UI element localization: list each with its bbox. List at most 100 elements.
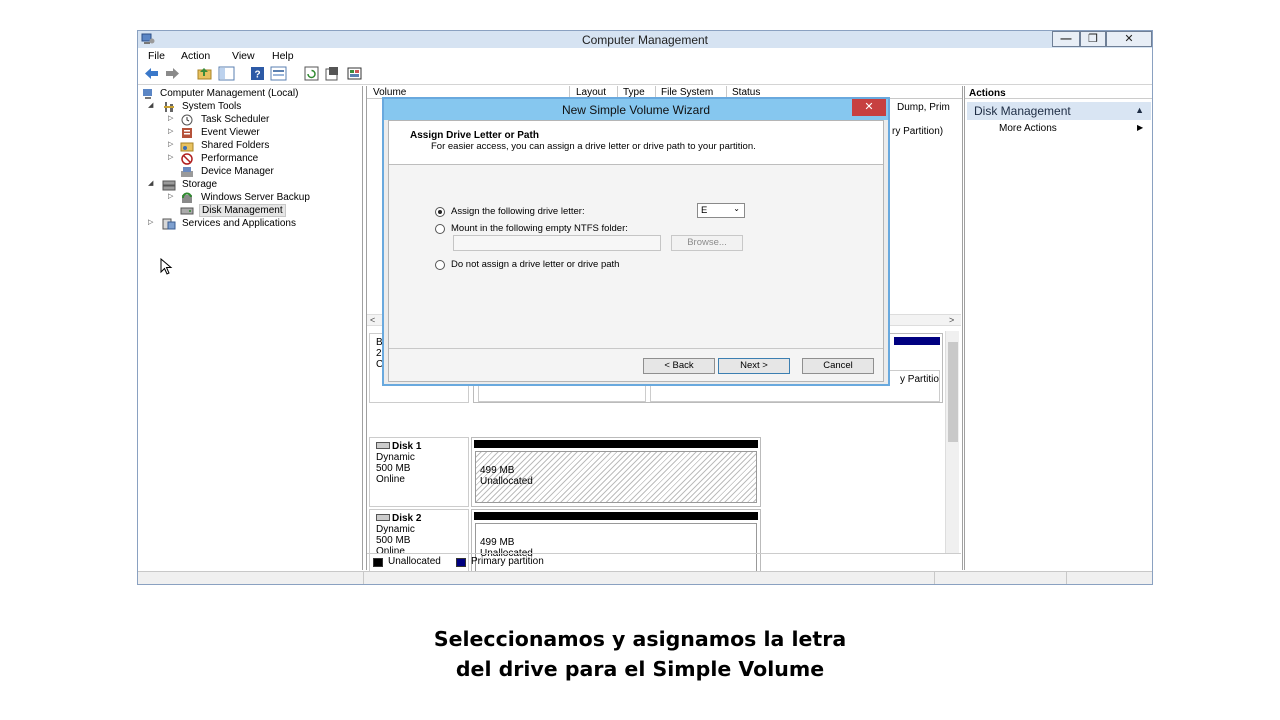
tree-item-shared-folders[interactable]: ▷ Shared Folders [168, 140, 358, 153]
system-tools-icon [164, 102, 174, 112]
ntfs-folder-path-input[interactable] [453, 235, 661, 251]
actions-section-disk-management[interactable]: Disk Management ▲ [967, 102, 1151, 120]
window-title: Computer Management [581, 33, 709, 47]
drive-letter-value: E [701, 205, 708, 216]
wizard-title: New Simple Volume Wizard [561, 103, 711, 117]
expand-arrow-icon[interactable]: ▷ [168, 127, 176, 135]
maximize-button[interactable]: ❐ [1080, 31, 1106, 47]
status-segment [1066, 572, 1067, 584]
more-actions-item[interactable]: More Actions [999, 123, 1057, 134]
menu-bar: File Action View Help [138, 48, 1152, 64]
menu-action[interactable]: Action [181, 50, 210, 62]
tree-item-services-applications[interactable]: ▷ Services and Applications [148, 218, 358, 231]
tree-label: Services and Applications [182, 218, 296, 229]
tree-label: Device Manager [201, 166, 274, 177]
actions-pane: Actions Disk Management ▲ More Actions ▶ [964, 86, 1152, 570]
expand-arrow-icon[interactable]: ▷ [168, 192, 176, 200]
partition-type-text: y Partitio [900, 374, 939, 385]
tree-item-task-scheduler[interactable]: ▷ Task Scheduler [168, 114, 358, 127]
drive-letter-select[interactable]: E ⌄ [697, 203, 745, 218]
wizard-divider [389, 348, 883, 349]
disk-1-info[interactable]: Disk 1 Dynamic 500 MB Online [369, 437, 469, 507]
partition-size: 499 MB [480, 465, 515, 476]
radio-assign-drive-letter[interactable] [435, 207, 445, 217]
volume-row-status[interactable]: ry Partition) [892, 126, 943, 137]
expand-arrow-icon[interactable]: ▷ [148, 218, 156, 226]
radio-no-drive-letter[interactable] [435, 260, 445, 270]
status-segment [934, 572, 935, 584]
cancel-button[interactable]: Cancel [802, 358, 874, 374]
disk-1-name-text: Disk 1 [392, 441, 422, 452]
tree-item-disk-management[interactable]: Disk Management [168, 204, 358, 218]
status-segment [363, 572, 364, 584]
wizard-close-button[interactable]: ✕ [852, 99, 886, 116]
title-bar[interactable]: Computer Management — ❐ ✕ [138, 31, 1152, 48]
radio-assign-label[interactable]: Assign the following drive letter: [451, 206, 585, 217]
caption-line-1: Seleccionamos y asignamos la letra [433, 627, 847, 651]
collapse-up-icon[interactable]: ▲ [1135, 105, 1144, 115]
console-tree: Computer Management (Local) ◢ System Too… [138, 86, 363, 570]
disk-management-icon [180, 207, 194, 215]
scroll-thumb[interactable] [948, 342, 958, 442]
status-bar [138, 571, 1152, 584]
radio-mount-label[interactable]: Mount in the following empty NTFS folder… [451, 223, 628, 234]
browse-button[interactable]: Browse... [671, 235, 743, 251]
legend-primary-swatch [456, 558, 466, 567]
close-button[interactable]: ✕ [1106, 31, 1152, 47]
disk-icon [376, 514, 390, 521]
forward-arrow-icon[interactable] [164, 66, 181, 81]
properties-page-icon[interactable] [324, 66, 341, 81]
console-tree-icon[interactable] [218, 66, 235, 81]
back-button[interactable]: < Back [643, 358, 715, 374]
collapse-arrow-icon[interactable]: ◢ [148, 101, 156, 109]
disk-2-name-text: Disk 2 [392, 513, 422, 524]
radio-none-label[interactable]: Do not assign a drive letter or drive pa… [451, 259, 619, 270]
expand-arrow-icon[interactable]: ▷ [168, 153, 176, 161]
radio-mount-ntfs-folder[interactable] [435, 224, 445, 234]
disk-1-size: 500 MB [376, 463, 411, 474]
disk-1-partition-area[interactable]: 499 MB Unallocated [471, 437, 761, 507]
properties-icon[interactable] [270, 66, 287, 81]
tree-label: System Tools [182, 101, 242, 112]
scroll-left-icon[interactable]: < [370, 315, 375, 325]
export-icon[interactable] [346, 66, 363, 81]
disk-2-size: 500 MB [376, 535, 411, 546]
next-button[interactable]: Next > [718, 358, 790, 374]
disk-2-type: Dynamic [376, 524, 415, 535]
chevron-down-icon: ⌄ [733, 204, 740, 213]
legend-primary-label: Primary partition [471, 556, 544, 567]
more-actions-label: More Actions [999, 123, 1057, 134]
folder-up-icon[interactable] [196, 66, 213, 81]
minimize-button[interactable]: — [1052, 31, 1080, 47]
expand-arrow-icon[interactable]: ▷ [168, 140, 176, 148]
tree-item-root[interactable]: Computer Management (Local) [142, 88, 362, 101]
disk-1-type: Dynamic [376, 452, 415, 463]
wizard-body: Assign Drive Letter or Path For easier a… [388, 120, 884, 382]
svg-text:?: ? [254, 70, 260, 81]
tree-item-storage[interactable]: ◢ Storage [148, 179, 358, 192]
tree-item-event-viewer[interactable]: ▷ Event Viewer [168, 127, 358, 140]
help-icon[interactable]: ? [249, 66, 266, 81]
back-arrow-icon[interactable] [143, 66, 160, 81]
disk-1-status: Online [376, 474, 405, 485]
toolbar: ? [138, 64, 1152, 85]
menu-file[interactable]: File [148, 50, 165, 62]
vertical-scrollbar[interactable] [945, 331, 959, 553]
tree-label: Computer Management (Local) [160, 88, 299, 99]
submenu-arrow-icon[interactable]: ▶ [1137, 123, 1143, 132]
tree-item-system-tools[interactable]: ◢ System Tools [148, 101, 358, 114]
tree-item-device-manager[interactable]: Device Manager [168, 166, 358, 179]
menu-help[interactable]: Help [272, 50, 294, 62]
tree-item-performance[interactable]: ▷ Performance [168, 153, 358, 166]
disk-1-unallocated-partition[interactable]: 499 MB Unallocated [475, 451, 757, 503]
unallocated-bar [474, 512, 758, 520]
menu-view[interactable]: View [232, 50, 255, 62]
collapse-arrow-icon[interactable]: ◢ [148, 179, 156, 187]
refresh-icon[interactable] [303, 66, 320, 81]
wizard-title-bar[interactable]: New Simple Volume Wizard ✕ [384, 99, 888, 120]
volume-row-status[interactable]: Dump, Prim [897, 102, 950, 113]
expand-arrow-icon[interactable]: ▷ [168, 114, 176, 122]
disk-icon [376, 442, 390, 449]
scroll-right-icon[interactable]: > [949, 315, 954, 325]
actions-header: Actions [965, 86, 1152, 99]
